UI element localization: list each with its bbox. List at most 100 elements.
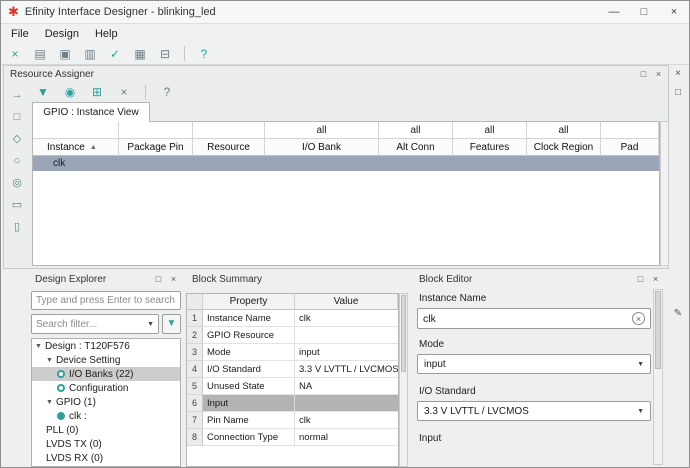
expander-icon[interactable]: ▼ [46,399,53,406]
tab-gpio-instance-view[interactable]: GPIO : Instance View [32,102,150,122]
dock-float-button[interactable]: □ [635,274,646,285]
help-icon: ? [201,48,208,60]
search-input[interactable] [31,291,181,310]
summary-row-gpio-resource[interactable]: 2GPIO Resource [187,327,398,344]
block-editor-scrollbar[interactable] [653,289,663,465]
close-icon: × [671,6,677,18]
filter-i-o-bank[interactable]: all [265,122,379,139]
dock-pin-button-2[interactable]: ◇ [9,132,25,147]
tree-item-clk[interactable]: clk : [32,409,180,423]
tree-item-label: Device Setting [56,355,120,366]
window-button-2[interactable]: ▣ [56,45,74,63]
dock-doc-button-6[interactable]: ▯ [9,220,25,235]
table-row-clk[interactable]: clk [33,156,659,171]
menu-file[interactable]: File [3,26,37,42]
help-button-5[interactable]: ? [158,83,176,101]
input-instance-name[interactable]: clk× [417,308,651,329]
dock-float-button[interactable]: □ [153,274,164,285]
delete-button-3[interactable]: × [115,83,133,101]
dock-notes-button-5[interactable]: ▭ [9,198,25,213]
clear-icon[interactable]: × [632,312,645,325]
column-header-features[interactable]: Features [453,139,527,156]
menu-help[interactable]: Help [87,26,126,42]
edit-icon: ✎ [674,309,682,319]
resource-table-scrollbar[interactable] [660,121,669,266]
eye-button-1[interactable]: ◉ [61,83,79,101]
apply-filter-button[interactable]: ▼ [162,314,181,334]
close-button[interactable]: × [659,1,689,23]
summary-header-value[interactable]: Value [295,294,398,310]
float-button-1[interactable]: □ [671,86,685,99]
column-header-instance[interactable]: Instance▲ [33,139,119,156]
frame-button-5[interactable]: ▦ [131,45,149,63]
filter-features[interactable]: all [453,122,527,139]
tree-item-pll-0[interactable]: PLL (0) [32,423,180,437]
filter-combobox[interactable]: Search filter... ▼ [31,314,159,334]
filter-button-0[interactable]: ▼ [34,83,52,101]
dock-close-button[interactable]: × [650,274,661,285]
edit-button-3[interactable]: ✎ [671,307,685,320]
maximize-button[interactable]: □ [629,1,659,23]
row-number: 6 [187,395,203,412]
check-button-4[interactable]: ✓ [106,45,124,63]
tree-item-label: LVDS TX (0) [46,439,102,450]
tree-item-configuration[interactable]: Configuration [32,381,180,395]
property-cell: GPIO Resource [203,327,295,344]
filter-pad[interactable] [601,122,659,139]
dock-clock-button-3[interactable]: ○ [9,154,25,169]
expander-icon[interactable]: ▼ [46,357,53,364]
dock-search-icon: ◎ [12,178,22,189]
summary-row-connection-type[interactable]: 8Connection Typenormal [187,429,398,446]
tree-item-design-t120f576[interactable]: ▼Design : T120F576 [32,339,180,353]
summary-row-pin-name[interactable]: 7Pin Nameclk [187,412,398,429]
panel-button-3[interactable]: ▥ [81,45,99,63]
filter-instance[interactable] [33,122,119,139]
filter-alt-conn[interactable]: all [379,122,453,139]
column-header-label: I/O Bank [302,142,341,153]
column-header-i-o-bank[interactable]: I/O Bank [265,139,379,156]
cell-i-o-bank [265,156,379,171]
summary-row-instance-name[interactable]: 1Instance Nameclk [187,310,398,327]
column-header-package-pin[interactable]: Package Pin [119,139,193,156]
dock-close-button[interactable]: × [653,69,664,80]
expander-icon[interactable]: ▼ [35,343,42,350]
column-header-alt-conn[interactable]: Alt Conn [379,139,453,156]
minimize-button[interactable]: — [599,1,629,23]
summary-row-mode[interactable]: 3Modeinput [187,344,398,361]
filter-clock-region[interactable]: all [527,122,601,139]
menu-design[interactable]: Design [37,26,87,42]
column-header-resource[interactable]: Resource [193,139,265,156]
dock-open-button-0[interactable]: → [9,88,25,103]
tree-item-lvds-rx-0[interactable]: LVDS RX (0) [32,451,180,465]
filter-package-pin[interactable] [119,122,193,139]
block-summary-header: PropertyValue [187,294,398,310]
block-summary-table: PropertyValue 1Instance Nameclk2GPIO Res… [186,293,399,467]
summary-row-input[interactable]: 6Input [187,395,398,412]
print-button-6[interactable]: ⊟ [156,45,174,63]
help-button-8[interactable]: ? [195,45,213,63]
dock-search-button-4[interactable]: ◎ [9,176,25,191]
left-dock-toolbar: → □ ◇ ○ ◎ ▭ ▯ [4,82,30,268]
tree-item-gpio-1[interactable]: ▼GPIO (1) [32,395,180,409]
select-i-o-standard[interactable]: 3.3 V LVTTL / LVCMOS▼ [417,401,651,421]
filter-resource[interactable] [193,122,265,139]
close-button-0[interactable]: × [6,45,24,63]
summary-row-i-o-standard[interactable]: 4I/O Standard3.3 V LVTTL / LVCMOS [187,361,398,378]
close-button-0[interactable]: × [671,67,685,80]
summary-header-property[interactable]: Property [203,294,295,310]
dock-float-button[interactable]: □ [638,69,649,80]
column-header-pad[interactable]: Pad [601,139,659,156]
grid-button-2[interactable]: ⊞ [88,83,106,101]
summary-row-unused-state[interactable]: 5Unused StateNA [187,378,398,395]
design-explorer-header: Design Explorer □ × [29,271,183,286]
tree-item-lvds-tx-0[interactable]: LVDS TX (0) [32,437,180,451]
tree-item-i-o-banks-22[interactable]: I/O Banks (22) [32,367,180,381]
block-summary-scrollbar[interactable] [399,293,408,467]
design-explorer-title: Design Explorer [35,274,106,285]
select-mode[interactable]: input▼ [417,354,651,374]
dock-frame-button-1[interactable]: □ [9,110,25,125]
file-button-1[interactable]: ▤ [31,45,49,63]
tree-item-device-setting[interactable]: ▼Device Setting [32,353,180,367]
dock-close-button[interactable]: × [168,274,179,285]
column-header-clock-region[interactable]: Clock Region [527,139,601,156]
